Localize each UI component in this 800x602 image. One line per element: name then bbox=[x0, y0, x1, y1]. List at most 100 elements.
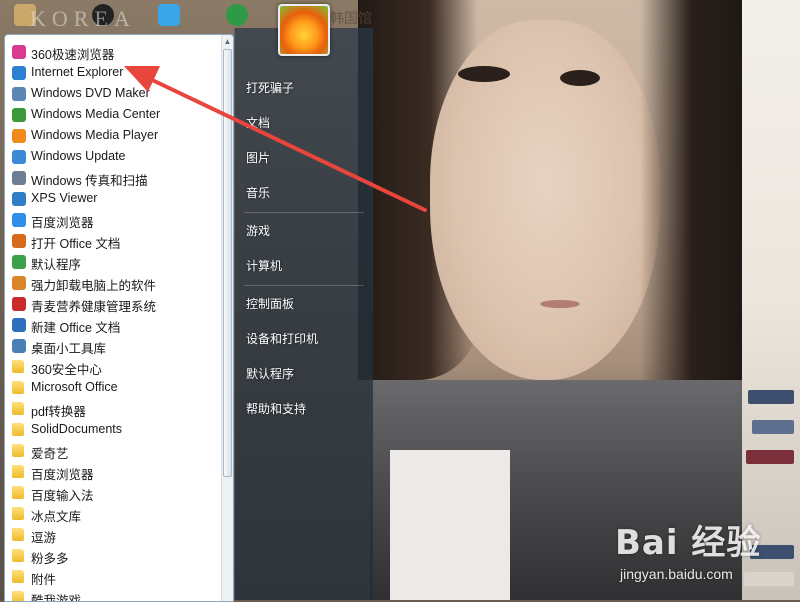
program-item-label: 360极速浏览器 bbox=[31, 48, 115, 62]
book-spine bbox=[752, 420, 794, 434]
start-item-pictures[interactable]: 图片 bbox=[246, 149, 270, 166]
program-item[interactable]: 360极速浏览器 bbox=[5, 42, 221, 63]
program-item[interactable]: Internet Explorer bbox=[5, 63, 221, 84]
program-item[interactable]: 百度浏览器 bbox=[5, 210, 221, 231]
start-item-devices-printers[interactable]: 设备和打印机 bbox=[246, 330, 318, 347]
program-item[interactable]: 桌面小工具库 bbox=[5, 336, 221, 357]
program-item-label: pdf转换器 bbox=[31, 405, 86, 419]
program-item-label: Windows Media Player bbox=[31, 128, 159, 142]
program-item[interactable]: 强力卸载电脑上的软件 bbox=[5, 273, 221, 294]
program-item-label: 青麦营养健康管理系统 bbox=[31, 300, 157, 314]
program-item[interactable]: 百度浏览器 bbox=[5, 462, 221, 483]
media-center-icon bbox=[12, 108, 26, 122]
program-item[interactable]: 打开 Office 文档 bbox=[5, 231, 221, 252]
scrollbar-thumb[interactable] bbox=[223, 49, 232, 477]
program-item-label: SolidDocuments bbox=[31, 422, 123, 436]
recycle-icon[interactable] bbox=[226, 4, 248, 26]
folder-icon bbox=[12, 591, 24, 601]
start-item-games[interactable]: 游戏 bbox=[246, 222, 270, 239]
start-item-computer[interactable]: 计算机 bbox=[246, 257, 282, 274]
baidu-jingyan-logo: Bai 经验 bbox=[615, 523, 762, 563]
program-item-label: 百度浏览器 bbox=[31, 468, 94, 482]
program-item-label: 强力卸载电脑上的软件 bbox=[31, 279, 157, 293]
user-picture-avatar[interactable] bbox=[278, 4, 330, 56]
folder-icon bbox=[12, 423, 24, 436]
folder-icon bbox=[12, 465, 24, 478]
folder-icon bbox=[12, 570, 24, 583]
health-app-icon bbox=[12, 297, 26, 311]
program-item[interactable]: 360安全中心 bbox=[5, 357, 221, 378]
program-item-label: 打开 Office 文档 bbox=[31, 237, 121, 251]
program-item[interactable]: Microsoft Office bbox=[5, 378, 221, 399]
program-item-label: 爱奇艺 bbox=[31, 447, 69, 461]
book-spine bbox=[748, 390, 794, 404]
program-item[interactable]: 青麦营养健康管理系统 bbox=[5, 294, 221, 315]
program-item-label: XPS Viewer bbox=[31, 191, 98, 205]
folder-icon bbox=[12, 507, 24, 520]
media-player-icon bbox=[12, 129, 26, 143]
dvd-maker-icon bbox=[12, 87, 26, 101]
program-item[interactable]: Windows Media Player bbox=[5, 126, 221, 147]
program-item[interactable]: 粉多多 bbox=[5, 546, 221, 567]
folder-icon bbox=[12, 381, 24, 394]
program-item-label: 百度浏览器 bbox=[31, 216, 94, 230]
wallpaper-eye-right bbox=[560, 70, 600, 86]
program-item-label: 冰点文库 bbox=[31, 510, 82, 524]
program-item[interactable]: pdf转换器 bbox=[5, 399, 221, 420]
cloud-icon[interactable] bbox=[158, 4, 180, 26]
program-item-label: 桌面小工具库 bbox=[31, 342, 107, 356]
wallpaper-eye-left bbox=[458, 66, 510, 82]
program-item[interactable]: 默认程序 bbox=[5, 252, 221, 273]
program-item[interactable]: 百度输入法 bbox=[5, 483, 221, 504]
ie-icon bbox=[12, 66, 26, 80]
program-item[interactable]: 附件 bbox=[5, 567, 221, 588]
all-programs-pane: 360极速浏览器 Internet Explorer Windows DVD Mak… bbox=[4, 34, 234, 602]
start-item-help-support[interactable]: 帮助和支持 bbox=[246, 400, 306, 417]
program-item-label: 360安全中心 bbox=[31, 363, 102, 377]
uninstall-icon bbox=[12, 276, 26, 290]
default-programs-icon bbox=[12, 255, 26, 269]
folder-icon bbox=[12, 486, 24, 499]
program-item-label: 粉多多 bbox=[31, 552, 69, 566]
office-new-icon bbox=[12, 318, 26, 332]
program-item-label: 逗游 bbox=[31, 531, 57, 545]
program-item[interactable]: SolidDocuments bbox=[5, 420, 221, 441]
program-item[interactable]: Windows DVD Maker bbox=[5, 84, 221, 105]
program-item-label: 酷我游戏 bbox=[31, 594, 82, 602]
folder-icon bbox=[12, 360, 24, 373]
start-item-default-programs[interactable]: 默认程序 bbox=[246, 365, 294, 382]
program-list-scrollbar[interactable]: ▲ bbox=[221, 35, 233, 601]
folder-icon bbox=[12, 549, 24, 562]
program-item-label: 默认程序 bbox=[31, 258, 82, 272]
book-spine bbox=[744, 572, 794, 586]
wallpaper-bookshelf bbox=[742, 0, 800, 600]
program-item[interactable]: Windows Media Center bbox=[5, 105, 221, 126]
start-item-control-panel[interactable]: 控制面板 bbox=[246, 295, 294, 312]
program-item-label: 附件 bbox=[31, 573, 57, 587]
360-browser-icon bbox=[12, 45, 26, 59]
program-item-label: Internet Explorer bbox=[31, 65, 124, 79]
scroll-up-arrow-icon[interactable]: ▲ bbox=[223, 37, 232, 47]
menu-separator bbox=[244, 285, 364, 286]
program-item-label: Windows Media Center bbox=[31, 107, 161, 121]
program-item[interactable]: XPS Viewer bbox=[5, 189, 221, 210]
program-item[interactable]: 爱奇艺 bbox=[5, 441, 221, 462]
office-open-icon bbox=[12, 234, 26, 248]
start-item-user-folder[interactable]: 打死骗子 bbox=[246, 79, 294, 96]
start-menu: 打死骗子 文档 图片 音乐 游戏 计算机 控制面板 设备和打印机 默认程序 帮助… bbox=[0, 4, 373, 602]
program-item-label: Windows DVD Maker bbox=[31, 86, 150, 100]
baidu-jingyan-url: jingyan.baidu.com bbox=[620, 566, 733, 582]
start-item-documents[interactable]: 文档 bbox=[246, 114, 270, 131]
program-item-label: Windows 传真和扫描 bbox=[31, 174, 148, 188]
start-item-music[interactable]: 音乐 bbox=[246, 184, 270, 201]
program-item[interactable]: 新建 Office 文档 bbox=[5, 315, 221, 336]
program-item[interactable]: Windows 传真和扫描 bbox=[5, 168, 221, 189]
folder-icon bbox=[12, 402, 24, 415]
program-item[interactable]: 冰点文库 bbox=[5, 504, 221, 525]
program-item-label: Windows Update bbox=[31, 149, 126, 163]
xps-viewer-icon bbox=[12, 192, 26, 206]
menu-separator bbox=[244, 212, 364, 213]
program-item[interactable]: 逗游 bbox=[5, 525, 221, 546]
program-item[interactable]: Windows Update bbox=[5, 147, 221, 168]
folder-icon bbox=[12, 444, 24, 457]
